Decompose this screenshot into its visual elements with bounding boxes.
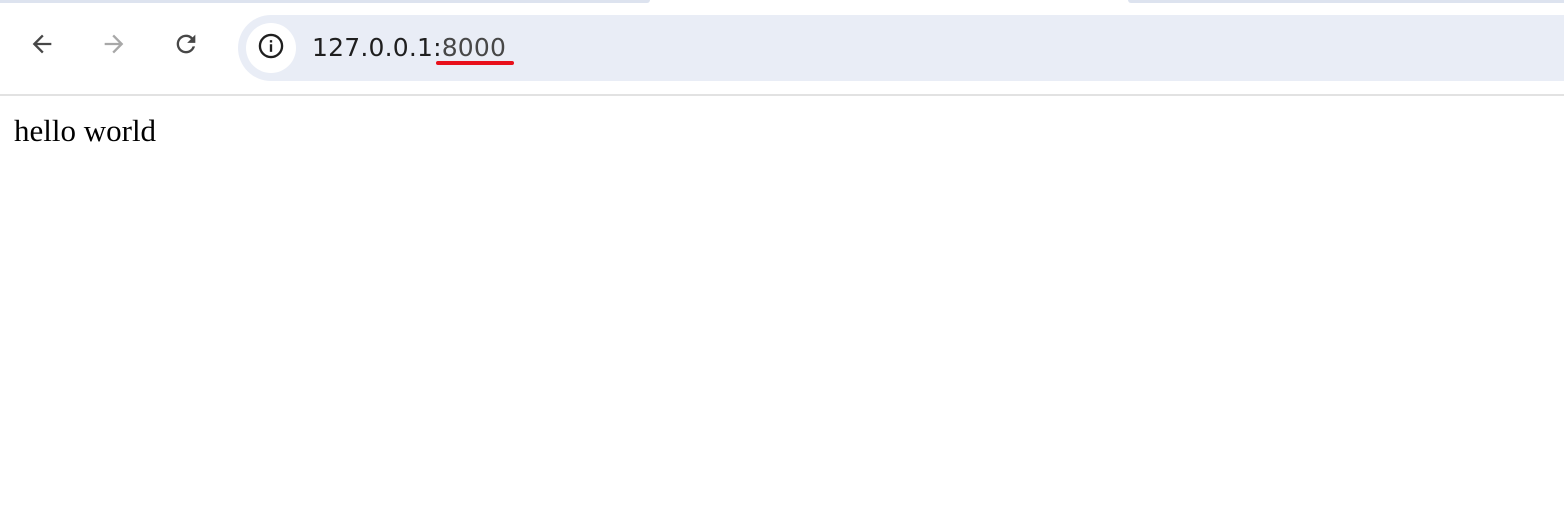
info-circle-icon bbox=[257, 32, 285, 65]
reload-button[interactable] bbox=[159, 17, 213, 71]
forward-button[interactable] bbox=[87, 17, 141, 71]
address-bar[interactable]: 127.0.0.1:8000 bbox=[238, 15, 1564, 81]
reload-icon bbox=[172, 30, 200, 58]
url-port: 8000 bbox=[441, 33, 507, 62]
arrow-right-icon bbox=[100, 30, 128, 58]
url-host: 127.0.0.1: bbox=[312, 33, 442, 62]
page-content: hello world bbox=[0, 96, 1564, 516]
back-button[interactable] bbox=[15, 17, 69, 71]
port-underline-annotation bbox=[436, 61, 514, 65]
site-info-button[interactable] bbox=[246, 23, 296, 73]
url-text[interactable]: 127.0.0.1:8000 bbox=[312, 32, 506, 64]
page-body-text: hello world bbox=[14, 113, 157, 148]
arrow-left-icon bbox=[28, 30, 56, 58]
browser-toolbar: 127.0.0.1:8000 bbox=[0, 3, 1564, 95]
